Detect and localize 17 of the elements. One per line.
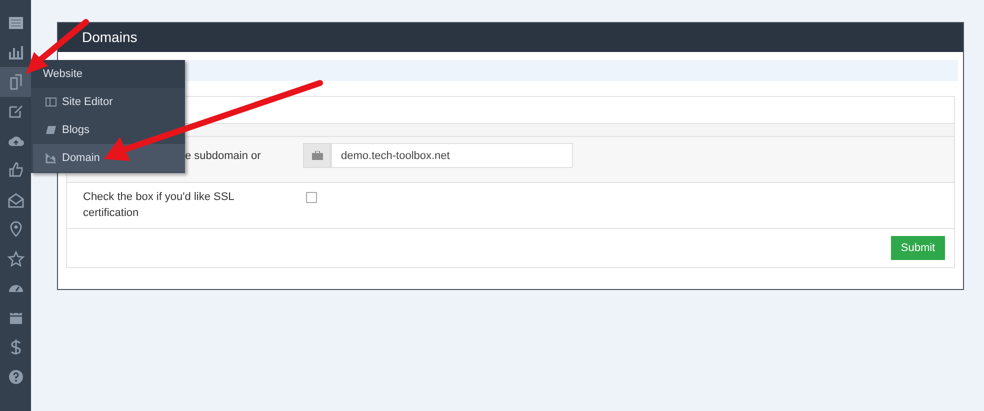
help-icon (6, 368, 24, 386)
sidebar-item[interactable] (0, 67, 31, 96)
field-label: Check the box if you'd like SSL certification (82, 190, 235, 221)
panel-title: Domains (82, 28, 138, 47)
thumbs-up-icon (6, 161, 24, 180)
area-chart-icon (45, 152, 57, 164)
flyout-title: Website (31, 60, 185, 88)
columns-icon (45, 96, 57, 108)
star-icon (6, 250, 24, 268)
ssl-checkbox[interactable] (306, 192, 317, 203)
bar-chart-icon (6, 43, 24, 62)
field-label: e subdomain or (185, 149, 261, 162)
subdomain-field[interactable]: demo.tech-toolbox.net (331, 143, 573, 168)
envelope-icon (6, 190, 24, 209)
menu-item[interactable]: Domain (33, 144, 185, 172)
briefcase-icon (312, 151, 322, 160)
book-icon (45, 124, 57, 136)
